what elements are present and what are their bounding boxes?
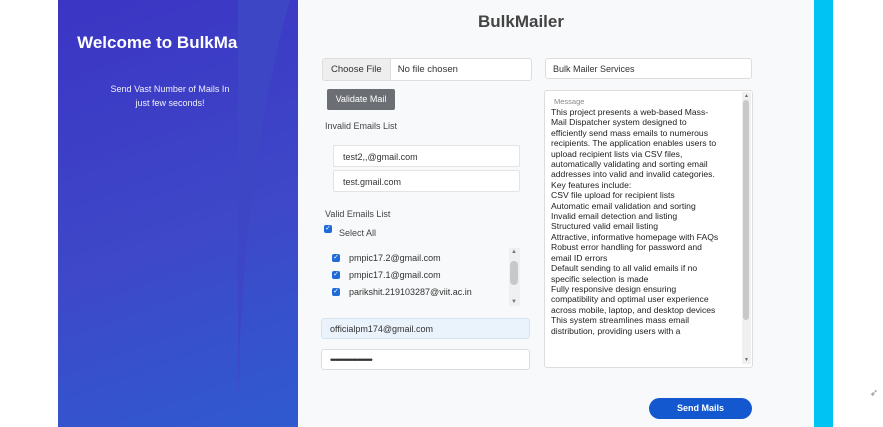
validate-mail-button[interactable]: Validate Mail [327,89,395,110]
invalid-emails-label: Invalid Emails List [325,121,398,131]
invalid-email-item: test.gmail.com [333,170,520,192]
choose-file-button[interactable]: Choose File [323,59,391,80]
valid-email-text: pmpic17.1@gmail.com [349,270,441,280]
email-checkbox[interactable]: ✓ [332,271,340,279]
message-body: This project presents a web-based Mass- … [551,107,719,336]
rocket-icon[interactable]: ➶ [867,387,881,401]
scroll-thumb[interactable] [510,261,518,285]
scroll-up-icon[interactable]: ▲ [510,248,518,256]
csv-file-input[interactable]: Choose File No file chosen [322,58,532,81]
valid-email-list: ✓ pmpic17.2@gmail.com ✓ pmpic17.1@gmail.… [328,248,520,306]
scroll-down-icon[interactable]: ▼ [510,298,518,306]
select-all-checkbox[interactable]: ✓ [324,225,332,233]
message-scrollbar[interactable]: ▲ ▼ [742,92,751,364]
subject-input[interactable]: Bulk Mailer Services [545,58,752,79]
list-item: ✓ pmpic17.2@gmail.com [328,250,520,267]
send-mails-button[interactable]: Send Mails [649,398,752,419]
valid-email-text: pmpic17.2@gmail.com [349,253,441,263]
select-all-label: Select All [339,228,377,238]
file-status: No file chosen [397,64,458,75]
valid-email-text: parikshit.219103287@viit.ac.in [349,287,472,297]
scroll-down-icon[interactable]: ▼ [742,356,751,364]
valid-emails-label: Valid Emails List [325,209,391,219]
welcome-subtitle: Send Vast Number of Mails In just few se… [110,84,230,108]
valid-list-scrollbar[interactable]: ▲ ▼ [509,248,520,306]
sender-email-input[interactable]: officialpm174@gmail.com [321,318,530,339]
bulkmailer-app: Welcome to BulkMailer Send Vast Number o… [58,0,814,427]
message-placeholder: Message [554,97,585,106]
scroll-up-icon[interactable]: ▲ [742,92,751,100]
list-item: ✓ parikshit.219103287@viit.ac.in [328,284,520,301]
message-textarea[interactable]: Message This project presents a web-base… [544,90,753,368]
email-checkbox[interactable]: ✓ [332,288,340,296]
password-input[interactable]: ••••••••••••••••••••••••• [321,349,530,370]
list-item: ✓ pmpic17.1@gmail.com [328,267,520,284]
accent-bar [814,0,833,427]
email-checkbox[interactable]: ✓ [332,254,340,262]
page-title: BulkMailer [478,12,564,31]
scroll-thumb[interactable] [743,100,749,320]
invalid-email-item: test2,,@gmail.com [333,145,520,167]
